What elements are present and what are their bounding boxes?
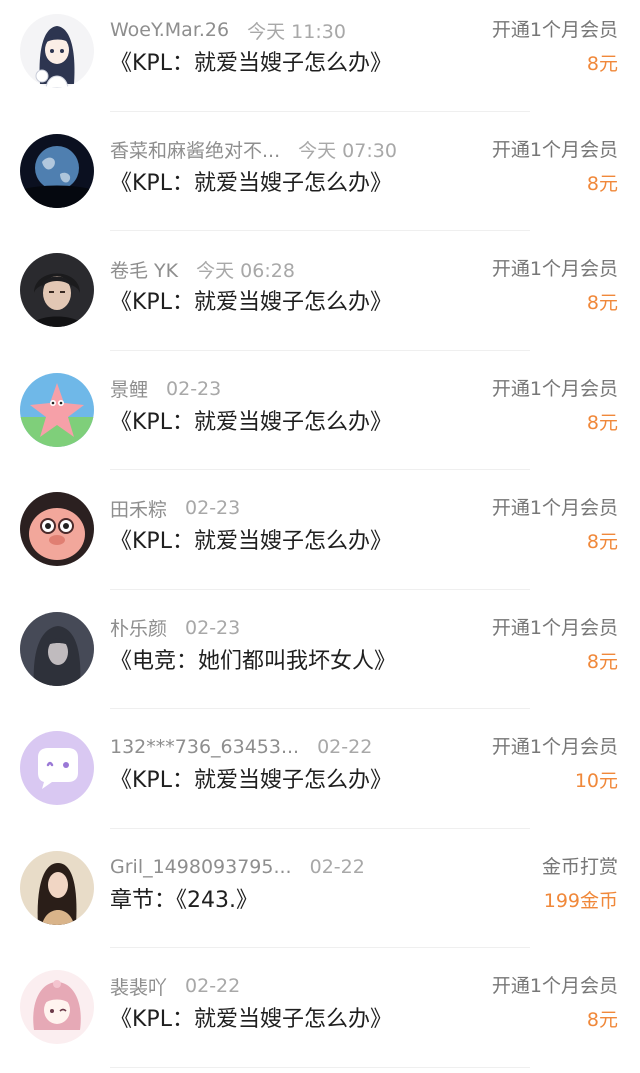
list-item[interactable]: 田禾粽 02-23 《KPL：就爱当嫂子怎么办》 开通1个月会员 8元 <box>0 470 640 590</box>
list-item[interactable]: 朴乐颜 02-23 《电竞：她们都叫我坏女人》 开通1个月会员 8元 <box>0 590 640 709</box>
timestamp: 02-22 <box>185 975 241 997</box>
timestamp: 02-23 <box>185 497 241 519</box>
amount: 8元 <box>586 650 618 673</box>
list-item[interactable]: 香菜和麻酱绝对不... 今天 07:30 《KPL：就爱当嫂子怎么办》 开通1个… <box>0 112 640 231</box>
patrick-star-avatar[interactable] <box>20 372 94 447</box>
purchase-type: 开通1个月会员 <box>491 975 618 997</box>
purchase-type: 开通1个月会员 <box>491 138 618 161</box>
timestamp: 02-23 <box>166 377 222 400</box>
timestamp: 02-23 <box>185 616 241 639</box>
list-item[interactable]: WoeY.Mar.26 今天 11:30 《KPL：就爱当嫂子怎么办》 开通1个… <box>0 0 640 112</box>
boy-photo-avatar[interactable] <box>20 253 94 327</box>
divider <box>110 1066 530 1068</box>
anime-girl-avatar[interactable] <box>20 14 94 88</box>
list-item[interactable]: Gril_1498093795... 02-22 章节：《243.》 金币打赏 … <box>0 829 640 948</box>
purchase-type: 开通1个月会员 <box>491 258 618 280</box>
purchase-type: 金币打赏 <box>541 855 618 878</box>
timestamp: 今天 07:30 <box>298 140 397 162</box>
purchase-record-list: WoeY.Mar.26 今天 11:30 《KPL：就爱当嫂子怎么办》 开通1个… <box>0 0 640 1068</box>
book-title[interactable]: 《KPL：就爱当嫂子怎么办》 <box>110 287 392 319</box>
username[interactable]: WoeY.Mar.26 <box>110 19 229 41</box>
pink-pig-avatar[interactable] <box>20 492 94 566</box>
purchase-type: 开通1个月会员 <box>491 19 618 41</box>
chat-bubble-avatar[interactable] <box>20 731 94 805</box>
pink-anime-avatar[interactable] <box>20 970 94 1044</box>
list-item[interactable]: 卷毛 YK 今天 06:28 《KPL：就爱当嫂子怎么办》 开通1个月会员 8元 <box>0 231 640 351</box>
username[interactable]: 132***736_63453... <box>110 736 299 758</box>
book-title[interactable]: 《KPL：就爱当嫂子怎么办》 <box>110 48 392 80</box>
list-item[interactable]: 景鲤 02-23 《KPL：就爱当嫂子怎么办》 开通1个月会员 8元 <box>0 351 640 470</box>
book-title[interactable]: 《KPL：就爱当嫂子怎么办》 <box>110 765 392 797</box>
username[interactable]: 景鲤 <box>110 375 148 402</box>
amount: 8元 <box>586 531 618 553</box>
list-item[interactable]: 132***736_63453... 02-22 《KPL：就爱当嫂子怎么办》 … <box>0 709 640 829</box>
amount: 10元 <box>574 770 618 792</box>
book-title[interactable]: 《KPL：就爱当嫂子怎么办》 <box>110 1004 392 1036</box>
hooded-figure-avatar[interactable] <box>20 611 94 686</box>
purchase-type: 开通1个月会员 <box>491 497 618 519</box>
amount: 199金币 <box>543 889 618 912</box>
timestamp: 今天 11:30 <box>247 20 346 43</box>
list-item[interactable]: 裴裴吖 02-22 《KPL：就爱当嫂子怎么办》 开通1个月会员 8元 <box>0 948 640 1068</box>
username[interactable]: 香菜和麻酱绝对不... <box>110 136 280 163</box>
timestamp: 02-22 <box>317 736 373 758</box>
earth-avatar[interactable] <box>20 133 94 208</box>
amount: 8元 <box>586 53 618 75</box>
book-title[interactable]: 《KPL：就爱当嫂子怎么办》 <box>110 526 392 558</box>
book-title[interactable]: 《KPL：就爱当嫂子怎么办》 <box>110 407 392 439</box>
amount: 8元 <box>586 1009 618 1031</box>
timestamp: 今天 06:28 <box>196 259 295 282</box>
book-title[interactable]: 《电竞：她们都叫我坏女人》 <box>110 646 396 678</box>
username[interactable]: 田禾粽 <box>110 495 167 522</box>
amount: 8元 <box>586 292 618 314</box>
amount: 8元 <box>586 411 618 434</box>
purchase-type: 开通1个月会员 <box>491 616 618 639</box>
book-title[interactable]: 章节：《243.》 <box>110 885 258 917</box>
amount: 8元 <box>586 172 618 195</box>
username[interactable]: 朴乐颜 <box>110 614 167 641</box>
girl-photo-avatar[interactable] <box>20 850 94 925</box>
purchase-type: 开通1个月会员 <box>491 377 618 400</box>
purchase-type: 开通1个月会员 <box>491 736 618 758</box>
username[interactable]: Gril_1498093795... <box>110 856 292 878</box>
username[interactable]: 裴裴吖 <box>110 973 167 1000</box>
username[interactable]: 卷毛 YK <box>110 256 178 283</box>
book-title[interactable]: 《KPL：就爱当嫂子怎么办》 <box>110 168 392 200</box>
timestamp: 02-22 <box>309 855 365 878</box>
